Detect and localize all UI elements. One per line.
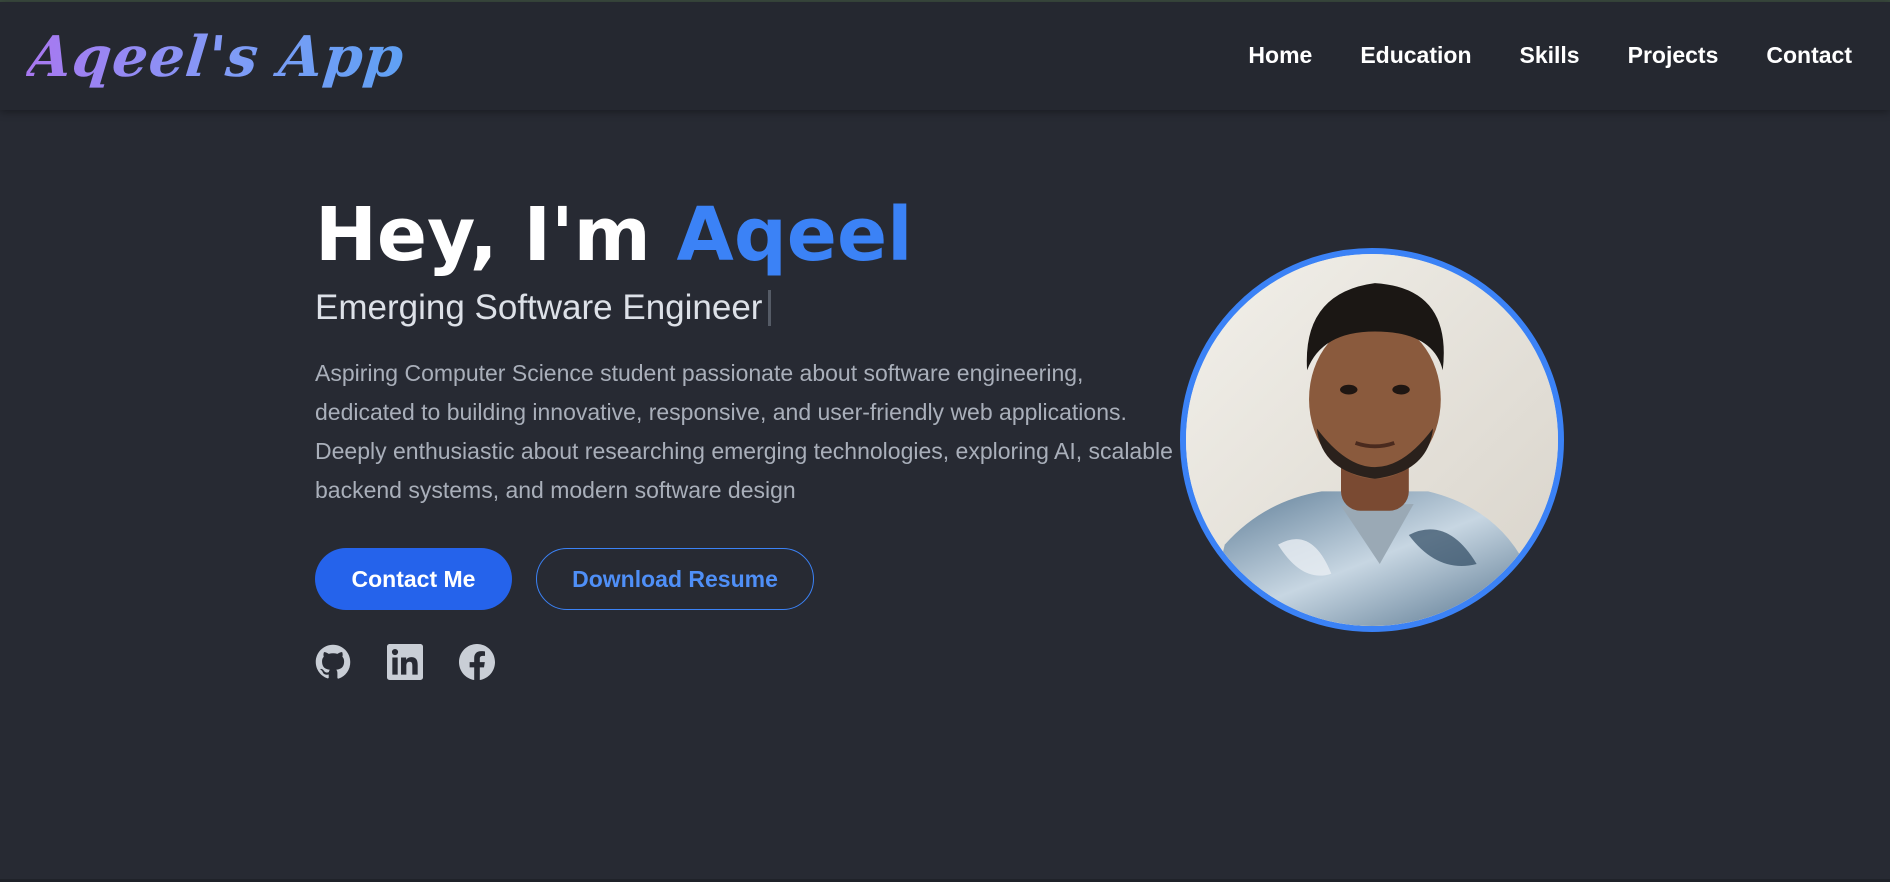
nav-item-projects[interactable]: Projects <box>1628 42 1719 69</box>
linkedin-icon[interactable] <box>387 644 423 680</box>
download-resume-button[interactable]: Download Resume <box>536 548 814 610</box>
navbar: Aqeel's App Home Education Skills Projec… <box>0 2 1890 110</box>
hero-buttons: Contact Me Download Resume <box>315 548 1175 610</box>
contact-me-button[interactable]: Contact Me <box>315 548 512 610</box>
nav-item-skills[interactable]: Skills <box>1520 42 1580 69</box>
nav-item-home[interactable]: Home <box>1248 42 1312 69</box>
social-links <box>315 644 1175 680</box>
nav-menu: Home Education Skills Projects Contact <box>1248 42 1852 69</box>
profile-photo <box>1180 248 1564 632</box>
brand-logo[interactable]: Aqeel's App <box>25 24 408 90</box>
hero-description: Aspiring Computer Science student passio… <box>315 360 1173 503</box>
hero-subtitle: Emerging Software Engineer <box>315 288 1175 328</box>
hero-name: Aqeel <box>676 192 913 278</box>
typing-cursor <box>768 290 772 326</box>
facebook-icon[interactable] <box>459 644 495 680</box>
hero-greeting: Hey, I'm <box>315 192 677 278</box>
github-icon[interactable] <box>315 644 351 680</box>
hero-headline: Hey, I'm Aqeel <box>315 190 1175 280</box>
hero-subtitle-text: Emerging Software Engineer <box>315 288 763 327</box>
profile-avatar-illustration <box>1186 254 1558 626</box>
hero-section: Hey, I'm Aqeel Emerging Software Enginee… <box>315 190 1175 680</box>
nav-item-contact[interactable]: Contact <box>1766 42 1852 69</box>
nav-item-education[interactable]: Education <box>1360 42 1471 69</box>
